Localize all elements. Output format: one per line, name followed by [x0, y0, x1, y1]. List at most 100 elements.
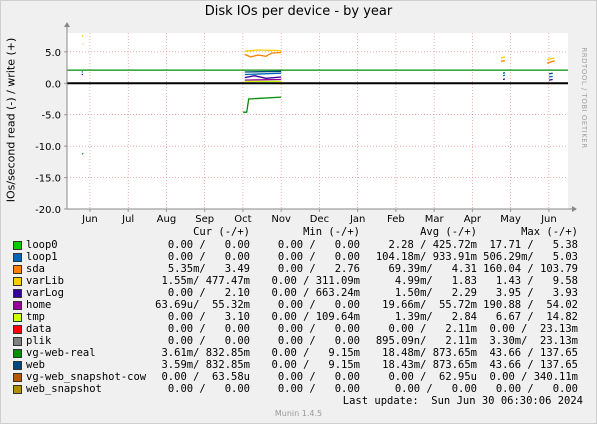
legend-name: sda [26, 263, 45, 275]
legend-cur: 3.61m/ 832.85m [161, 347, 250, 359]
legend-avg: 104.18m/ 933.91m [375, 251, 477, 263]
x-tick-label: Jul [121, 214, 134, 225]
legend-swatch [13, 277, 22, 286]
legend-row: home 63.69u/ 55.32m 0.00 / 0.00 19.66m/ 55.… [0, 299, 597, 311]
legend-row: web 3.59m/ 832.85m 0.00 / 9.15m 18.43m/ 873… [0, 359, 597, 371]
legend-min: 0.00 / 663.24m [271, 287, 360, 299]
legend-name: data [26, 323, 52, 335]
legend-swatch [13, 361, 22, 370]
plot-area: 5.0 0.0 -5.0 -10.0 -15.0 -20.0 Jun Jul Aug Sep Oct… [35, 22, 577, 225]
legend-name: vg-web-real [26, 347, 96, 359]
legend-avg: 18.43m/ 873.65m [382, 359, 477, 371]
legend-cur: 0.00 / 0.00 [167, 335, 250, 347]
legend-swatch [13, 349, 22, 358]
y-tick-label: 0.0 [45, 79, 61, 90]
legend-row: varLib 1.55m/ 477.47m 0.00 / 311.09m 4.99m/… [0, 275, 597, 287]
series-line-varLog [502, 78, 506, 81]
y-axis-arrow [64, 22, 70, 27]
legend-cur: 0.00 / 0.00 [167, 239, 250, 251]
legend-avg: 895.09n/ 2.11m [375, 335, 477, 347]
legend-cur: 1.55m/ 477.47m [161, 275, 250, 287]
legend-avg: 69.39m/ 4.31 [388, 263, 477, 275]
legend-cur: 0.00 / 0.00 [167, 323, 250, 335]
legend-max: 190.88 / 54.02 [483, 299, 578, 311]
series-line-loop1 [548, 75, 553, 78]
legend-cur: 0.00 / 63.58u [161, 371, 250, 383]
legend-max: 3.95 / 3.93 [495, 287, 578, 299]
x-tick-label: Dec [310, 214, 329, 225]
legend-row: loop1 0.00 / 0.00 0.00 / 0.00 104.18m/ 933.… [0, 251, 597, 263]
legend-min: 0.00 / 0.00 [277, 251, 360, 263]
legend-avg: 0.00 / 2.11m [388, 323, 477, 335]
legend-avg: 1.50m/ 2.29 [394, 287, 477, 299]
legend-swatch [13, 385, 22, 394]
legend-min: 0.00 / 0.00 [277, 323, 360, 335]
series-line-loop1 [502, 74, 506, 77]
series-line-varLib [81, 35, 84, 38]
x-axis-arrow [572, 206, 577, 212]
legend-swatch [13, 241, 22, 250]
legend-avg: 19.66m/ 55.72m [382, 299, 477, 311]
x-tick-label: Apr [464, 214, 482, 225]
legend-min: 0.00 / 0.00 [277, 239, 360, 251]
series-line-varLog [548, 78, 553, 81]
x-tick-label: Jan [349, 214, 365, 225]
legend-swatch [13, 265, 22, 274]
legend-max: 3.30m/ 23.13m [489, 335, 578, 347]
legend-row: web_snapshot 0.00 / 0.00 0.00 / 0.00 0.00 /… [0, 383, 597, 395]
legend-swatch [13, 313, 22, 322]
legend-row: vg-web_snapshot-cow 0.00 / 63.58u 0.00 / 0… [0, 371, 597, 383]
legend-avg: 1.39m/ 2.84 [394, 311, 477, 323]
x-tick-label: Jun [81, 214, 98, 225]
x-tick-label: Mar [425, 214, 445, 225]
legend-name: web_snapshot [26, 383, 102, 395]
x-tick-label: May [500, 214, 521, 225]
series-line-vg-web-real [81, 152, 84, 155]
legend-min: 0.00 / 0.00 [277, 371, 360, 383]
legend-cur: 63.69u/ 55.32m [155, 299, 250, 311]
legend-min: 0.00 / 0.00 [277, 299, 360, 311]
legend-min: 0.00 / 9.15m [271, 359, 360, 371]
y-tick-label: -15.0 [35, 174, 61, 185]
legend-name: loop1 [26, 251, 58, 263]
legend-header-min: Min (-/+) [303, 226, 360, 238]
legend-max: 0.00 / 0.00 [495, 383, 578, 395]
legend-min: 0.00 / 311.09m [271, 275, 360, 287]
plot-background [67, 33, 568, 209]
legend-swatch [13, 253, 22, 262]
legend-max: 1.43 / 9.58 [495, 275, 578, 287]
legend-name: web [26, 359, 45, 371]
legend-avg: 2.28 / 425.72m [388, 239, 477, 251]
x-tick-label: Oct [234, 214, 251, 225]
legend-avg: 4.99m/ 1.83 [394, 275, 477, 287]
legend-max: 0.00 / 340.11m [489, 371, 578, 383]
legend-cur: 0.00 / 2.10 [167, 287, 250, 299]
legend-swatch [13, 289, 22, 298]
legend-min: 0.00 / 0.00 [277, 383, 360, 395]
legend: loop0 0.00 / 0.00 0.00 / 0.00 2.28 / 425.72… [0, 239, 597, 395]
legend-name: varLib [26, 275, 64, 287]
x-tick-label: Jun [540, 214, 557, 225]
legend-header-max: Max (-/+) [521, 226, 578, 238]
legend-name: home [26, 299, 52, 311]
legend-cur: 5.35m/ 3.49 [167, 263, 250, 275]
legend-max: 17.71 / 5.38 [489, 239, 578, 251]
legend-swatch [13, 337, 22, 346]
legend-max: 6.67 / 14.82 [495, 311, 578, 323]
series-line-home [244, 78, 282, 81]
legend-row: sda 5.35m/ 3.49 0.00 / 2.76 69.39m/ 4.31 160… [0, 263, 597, 275]
y-tick-label: 5.0 [45, 48, 61, 59]
legend-avg: 0.00 / 0.00 [394, 383, 477, 395]
legend-avg: 0.00 / 62.95u [388, 371, 477, 383]
legend-min: 0.00 / 2.76 [277, 263, 360, 275]
legend-row: vg-web-real 3.61m/ 832.85m 0.00 / 9.15m 18.… [0, 347, 597, 359]
y-tick-label: -10.0 [35, 142, 61, 153]
legend-max: 506.29m/ 5.03 [483, 251, 578, 263]
series-line-web [502, 71, 506, 74]
legend-cur: 3.59m/ 832.85m [161, 359, 250, 371]
legend-min: 0.00 / 0.00 [277, 335, 360, 347]
legend-cur: 0.00 / 0.00 [167, 251, 250, 263]
legend-cur: 0.00 / 0.00 [167, 383, 250, 395]
series-line-sda [500, 60, 506, 62]
legend-swatch [13, 325, 22, 334]
